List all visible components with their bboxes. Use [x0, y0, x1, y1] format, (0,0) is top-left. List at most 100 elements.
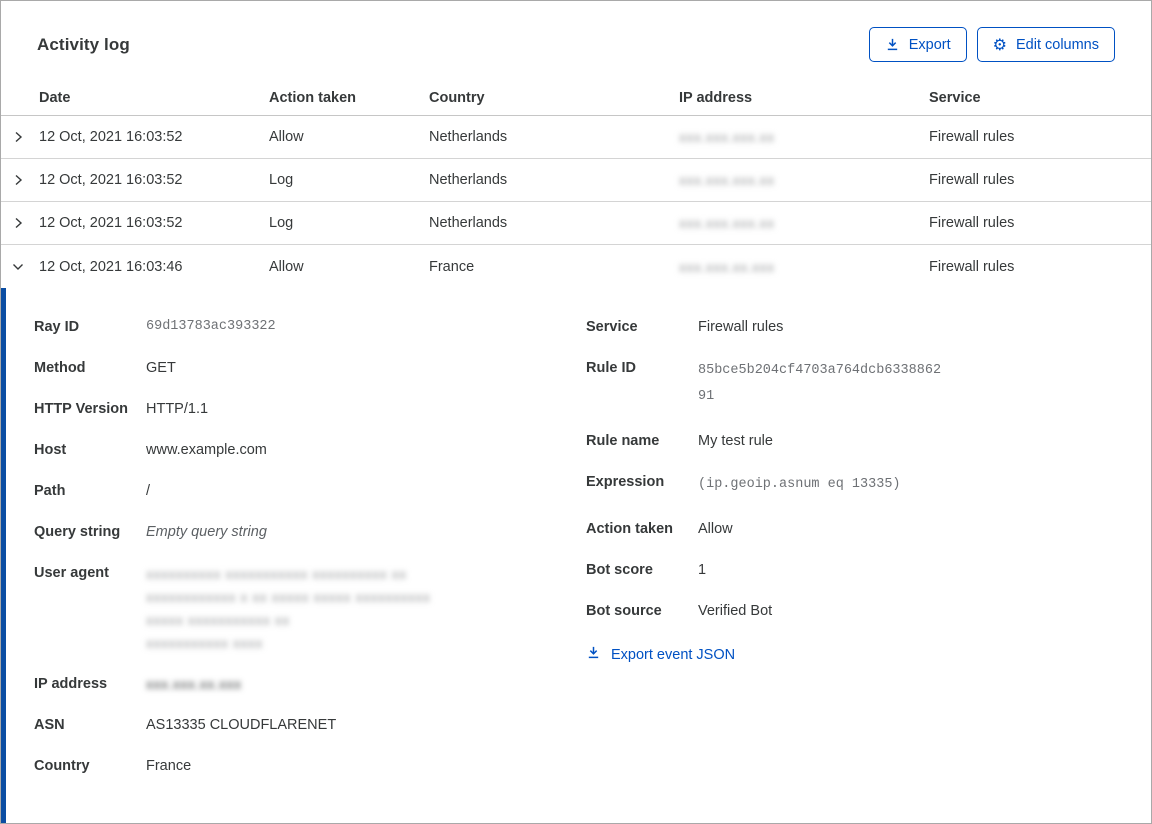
field-label: Action taken: [586, 521, 674, 537]
cell-ip-address-redacted: xxx.xxx.xxx.xx: [679, 129, 775, 145]
export-button-label: Export: [908, 36, 951, 53]
field-label: Path: [34, 483, 66, 499]
cell-ip-address-redacted: xxx.xxx.xxx.xx: [679, 172, 775, 188]
cell-service: Firewall rules: [929, 215, 1015, 231]
field-value: Verified Bot: [698, 603, 773, 619]
field-country: Country France: [34, 756, 586, 776]
field-value: HTTP/1.1: [146, 401, 209, 417]
chevron-right-icon[interactable]: [1, 172, 39, 188]
redacted-line: xxxxxxxxxxx xxxx: [146, 635, 263, 651]
field-label: IP address: [34, 676, 108, 692]
field-value-redacted: xxx.xxx.xx.xxx: [146, 676, 242, 692]
field-query-string: Query string Empty query string: [34, 522, 586, 542]
field-path: Path /: [34, 481, 586, 501]
field-value: My test rule: [698, 433, 773, 449]
field-label: User agent: [34, 565, 109, 581]
field-label: Bot source: [586, 603, 662, 619]
export-button[interactable]: Export: [868, 27, 967, 62]
field-ray-id: Ray ID 69d13783ac393322: [34, 317, 586, 337]
field-label: Rule ID: [586, 360, 636, 376]
redacted-line: xxxxxxxxxxxx x xx xxxxx xxxxx xxxxxxxxxx: [146, 589, 431, 605]
activity-log-panel: Activity log Export ⚙ Edit columns Date …: [0, 0, 1152, 824]
cell-ip-address-redacted: xxx.xxx.xxx.xx: [679, 215, 775, 231]
field-rule-name: Rule name My test rule: [586, 431, 1121, 451]
cell-country: Netherlands: [429, 172, 508, 188]
field-label: Ray ID: [34, 319, 80, 335]
field-value: /: [146, 483, 151, 499]
table-header-row: Date Action taken Country IP address Ser…: [1, 81, 1151, 116]
cell-date: 12 Oct, 2021 16:03:52: [39, 129, 183, 145]
table-row[interactable]: 12 Oct, 2021 16:03:52 Log Netherlands xx…: [1, 159, 1151, 202]
field-http-version: HTTP Version HTTP/1.1: [34, 399, 586, 419]
header-actions: Export ⚙ Edit columns: [868, 27, 1115, 62]
field-label: Expression: [586, 474, 665, 490]
field-label: Query string: [34, 524, 121, 540]
field-value-redacted: xxxxxxxxxx xxxxxxxxxxx xxxxxxxxxx xx xxx…: [146, 563, 430, 655]
edit-columns-button-label: Edit columns: [1015, 36, 1099, 53]
chevron-down-icon[interactable]: [1, 259, 39, 275]
cell-action-taken: Allow: [269, 258, 304, 275]
table-row[interactable]: 12 Oct, 2021 16:03:52 Allow Netherlands …: [1, 116, 1151, 159]
detail-right-column: Service Firewall rules Rule ID 85bce5b20…: [586, 317, 1121, 823]
column-header-service: Service: [929, 90, 981, 106]
download-icon: [586, 645, 601, 664]
redacted-line: xxxxxxxxxx xxxxxxxxxxx xxxxxxxxxx xx: [146, 566, 407, 582]
chevron-right-icon[interactable]: [1, 215, 39, 231]
cell-action-taken: Log: [269, 172, 294, 188]
cell-country: Netherlands: [429, 215, 508, 231]
field-label: Service: [586, 319, 638, 335]
activity-log-table: Date Action taken Country IP address Ser…: [1, 81, 1151, 288]
cell-date: 12 Oct, 2021 16:03:52: [39, 215, 183, 231]
field-value: Allow: [698, 521, 733, 537]
field-value: 69d13783ac393322: [146, 319, 276, 334]
field-action-taken: Action taken Allow: [586, 519, 1121, 539]
cell-service: Firewall rules: [929, 172, 1015, 188]
field-value: France: [146, 758, 192, 774]
field-value: 1: [698, 562, 707, 578]
field-value: Firewall rules: [698, 319, 784, 335]
cell-service: Firewall rules: [929, 129, 1015, 145]
field-rule-id: Rule ID 85bce5b204cf4703a764dcb633886291: [586, 358, 1121, 410]
field-asn: ASN AS13335 CLOUDFLARENET: [34, 715, 586, 735]
cell-date: 12 Oct, 2021 16:03:52: [39, 172, 183, 188]
cell-ip-address-redacted: xxx.xxx.xx.xxx: [679, 258, 775, 275]
field-value: (ip.geoip.asnum eq 13335): [698, 477, 901, 492]
field-bot-source: Bot source Verified Bot: [586, 601, 1121, 621]
page-title: Activity log: [37, 34, 130, 54]
export-event-json-label: Export event JSON: [611, 646, 736, 663]
field-label: Country: [34, 758, 90, 774]
field-label: Host: [34, 442, 67, 458]
table-row[interactable]: 12 Oct, 2021 16:03:52 Log Netherlands xx…: [1, 202, 1151, 245]
field-expression: Expression (ip.geoip.asnum eq 13335): [586, 472, 1121, 498]
field-service: Service Firewall rules: [586, 317, 1121, 337]
field-ip-address: IP address xxx.xxx.xx.xxx: [34, 674, 586, 694]
cell-country: Netherlands: [429, 129, 508, 145]
field-label: Method: [34, 360, 86, 376]
field-value: Empty query string: [146, 524, 267, 540]
field-host: Host www.example.com: [34, 440, 586, 460]
field-user-agent: User agent xxxxxxxxxx xxxxxxxxxxx xxxxxx…: [34, 563, 586, 655]
panel-header: Activity log Export ⚙ Edit columns: [1, 1, 1151, 62]
export-event-json-link[interactable]: Export event JSON: [586, 645, 735, 664]
field-label: ASN: [34, 717, 65, 733]
field-label: Bot score: [586, 562, 653, 578]
table-row-expanded[interactable]: 12 Oct, 2021 16:03:46 Allow France xxx.x…: [1, 245, 1151, 288]
cell-action-taken: Allow: [269, 129, 304, 145]
cell-service: Firewall rules: [929, 258, 1015, 275]
chevron-right-icon[interactable]: [1, 129, 39, 145]
field-label: Rule name: [586, 433, 660, 449]
field-value: GET: [146, 360, 176, 376]
detail-left-column: Ray ID 69d13783ac393322 Method GET HTTP …: [34, 317, 586, 823]
gear-icon: ⚙: [992, 34, 1007, 54]
redacted-line: xxxxx xxxxxxxxxxx xx: [146, 612, 290, 628]
event-detail-panel: Ray ID 69d13783ac393322 Method GET HTTP …: [1, 288, 1151, 823]
field-value: 85bce5b204cf4703a764dcb633886291: [698, 363, 942, 404]
cell-action-taken: Log: [269, 215, 294, 231]
column-header-action-taken: Action taken: [269, 90, 357, 106]
edit-columns-button[interactable]: ⚙ Edit columns: [976, 27, 1115, 62]
field-bot-score: Bot score 1: [586, 560, 1121, 580]
field-value: AS13335 CLOUDFLARENET: [146, 717, 337, 733]
column-header-date: Date: [39, 90, 71, 106]
column-header-country: Country: [429, 90, 485, 106]
field-value: www.example.com: [146, 442, 267, 458]
